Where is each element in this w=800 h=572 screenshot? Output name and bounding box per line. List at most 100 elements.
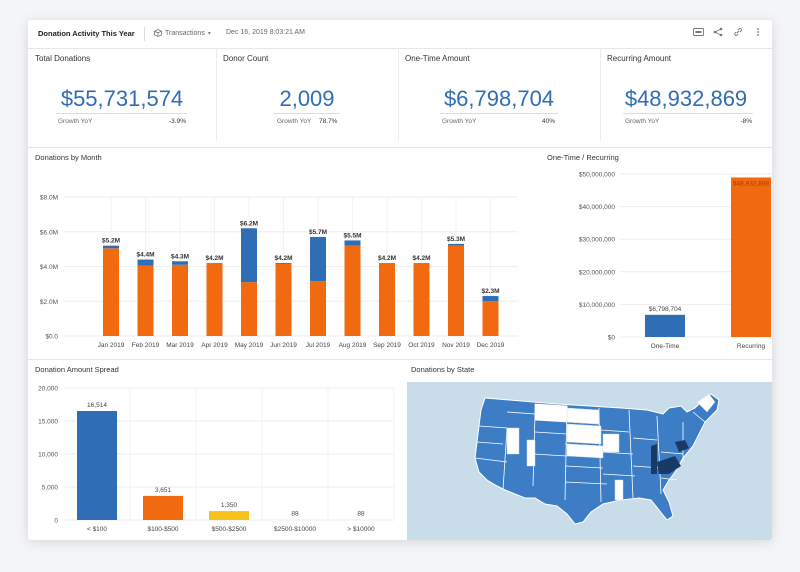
- kpi-value: 2,009: [279, 86, 335, 111]
- y-tick-label: 15,000: [38, 419, 58, 426]
- more-options-icon[interactable]: [752, 26, 764, 38]
- donations-by-month-chart: $0.0 $2.0M $4.0M $6.0M $8.0M $5.2M Jan 2019 $4.…: [40, 195, 518, 349]
- present-icon[interactable]: [692, 26, 704, 38]
- chevron-down-icon: ▾: [207, 30, 211, 37]
- bar-value-label: 1,350: [221, 502, 238, 509]
- bar-recurring: [241, 282, 257, 336]
- bar-total-label: $6.2M: [240, 220, 258, 227]
- kpi-divider: [623, 113, 753, 114]
- kpi-growth-value: 78.7%: [319, 118, 338, 125]
- link-icon[interactable]: [732, 26, 744, 38]
- bar-recurring: [482, 301, 499, 336]
- x-tick-label: Sep 2019: [373, 342, 401, 349]
- y-tick-label: 10,000: [38, 452, 58, 459]
- bar-one-time: [275, 263, 292, 264]
- kpi-one-time-amount: One-Time Amount $6,798,704 Growth YoY 40…: [398, 48, 601, 141]
- y-tick-label: 0: [54, 518, 58, 525]
- bar-total-label: $5.2M: [102, 238, 120, 245]
- amount-spread-chart: 0 5,000 10,000 15,000 20,000 16,514 < $100 3,65…: [38, 386, 395, 533]
- bar-one-time: [310, 236, 326, 282]
- x-tick-label: $2500-$10000: [274, 526, 316, 533]
- bar-total-label: $4.2M: [274, 255, 292, 262]
- y-tick-label: 20,000: [38, 386, 58, 393]
- middle-divider: [28, 359, 772, 360]
- x-tick-label: Oct 2019: [408, 342, 435, 349]
- bar-spread: [209, 511, 249, 520]
- kpi-growth-label: Growth YoY: [625, 118, 660, 125]
- x-tick-label: Aug 2019: [339, 342, 367, 349]
- y-tick-label: $0: [608, 335, 616, 342]
- y-tick-label: 5,000: [42, 485, 59, 492]
- bar-recurring: [206, 263, 223, 336]
- bar-one-time: [172, 261, 188, 265]
- by-state-title: Donations by State: [411, 365, 475, 374]
- dashboard-header: Donation Activity This Year Transactions…: [28, 20, 772, 49]
- bar-recurring: [731, 177, 771, 337]
- kpi-growth-value: -8%: [740, 118, 752, 125]
- bar-value-label: 3,651: [155, 487, 172, 494]
- bar-recurring: [310, 281, 326, 336]
- dashboard-card: Donation Activity This Year Transactions…: [28, 20, 772, 540]
- x-tick-label: One-Time: [651, 343, 680, 350]
- cube-icon: [154, 29, 162, 37]
- timestamp: Dec 16, 2019 8:03:21 AM: [226, 29, 305, 36]
- bar-one-time: [137, 259, 154, 266]
- y-tick-label: $6.0M: [40, 229, 58, 236]
- bar-total-label: $5.5M: [343, 232, 361, 239]
- kpi-donor-count: Donor Count 2,009 Growth YoY 78.7%: [216, 48, 399, 141]
- kpi-label: One-Time Amount: [405, 54, 470, 63]
- bar-recurring: [379, 263, 395, 336]
- bar-recurring: [137, 265, 154, 336]
- bar-recurring: [275, 263, 292, 336]
- bar-recurring: [103, 248, 119, 336]
- y-tick-label: $30,000,000: [579, 237, 616, 244]
- kpi-total-donations: Total Donations $55,731,574 Growth YoY -…: [28, 48, 217, 141]
- bar-spread: [77, 411, 117, 520]
- x-tick-label: Recurring: [737, 343, 766, 350]
- kpi-label: Recurring Amount: [607, 54, 672, 63]
- x-tick-label: Nov 2019: [442, 342, 470, 349]
- bar-spread: [143, 495, 183, 520]
- bar-total-label: $4.3M: [171, 253, 189, 260]
- kpi-divider: [56, 113, 187, 114]
- bar-one-time: [448, 243, 464, 246]
- x-tick-label: May 2019: [235, 342, 264, 349]
- bar-total-label: $2.3M: [481, 288, 499, 295]
- bar-total-label: $5.7M: [309, 229, 327, 236]
- us-states-map: [407, 382, 772, 540]
- y-tick-label: $40,000,000: [579, 204, 616, 211]
- bar-one-time: [645, 314, 685, 337]
- kpi-growth-label: Growth YoY: [442, 118, 477, 125]
- bar-one-time: [103, 245, 119, 249]
- bar-total-label: $4.2M: [378, 255, 396, 262]
- bar-total-label: $4.4M: [136, 252, 154, 259]
- y-tick-label: $50,000,000: [579, 172, 616, 179]
- header-divider: [144, 27, 145, 41]
- onetime-recurring-title: One-Time / Recurring: [547, 153, 619, 162]
- bar-total-label: $4.2M: [205, 255, 223, 262]
- bar-one-time: [482, 296, 499, 302]
- x-tick-label: $100-$500: [147, 526, 178, 533]
- y-tick-label: $0.0: [45, 334, 58, 341]
- x-tick-label: Feb 2019: [132, 342, 160, 349]
- x-tick-label: Mar 2019: [166, 342, 194, 349]
- y-tick-label: $8.0M: [40, 195, 58, 202]
- x-tick-label: Jul 2019: [306, 342, 331, 349]
- y-tick-label: $20,000,000: [579, 269, 616, 276]
- bar-value-label: $6,798,704: [649, 306, 682, 313]
- source-selector[interactable]: Transactions ▾: [154, 29, 211, 37]
- kpi-divider: [274, 113, 340, 114]
- amount-spread-title: Donation Amount Spread: [35, 365, 119, 374]
- kpi-growth-value: -3.9%: [169, 118, 186, 125]
- x-tick-label: Apr 2019: [201, 342, 228, 349]
- kpi-value: $55,731,574: [60, 86, 184, 111]
- bar-recurring: [448, 245, 464, 336]
- y-tick-label: $2.0M: [40, 299, 58, 306]
- kpi-growth-value: 40%: [541, 118, 555, 125]
- kpi-growth-label: Growth YoY: [58, 118, 93, 125]
- y-tick-label: $10,000,000: [579, 302, 616, 309]
- bar-recurring: [344, 245, 361, 336]
- share-icon[interactable]: [712, 26, 724, 38]
- kpi-value: $48,932,869: [624, 86, 748, 111]
- kpi-growth-label: Growth YoY: [277, 118, 312, 125]
